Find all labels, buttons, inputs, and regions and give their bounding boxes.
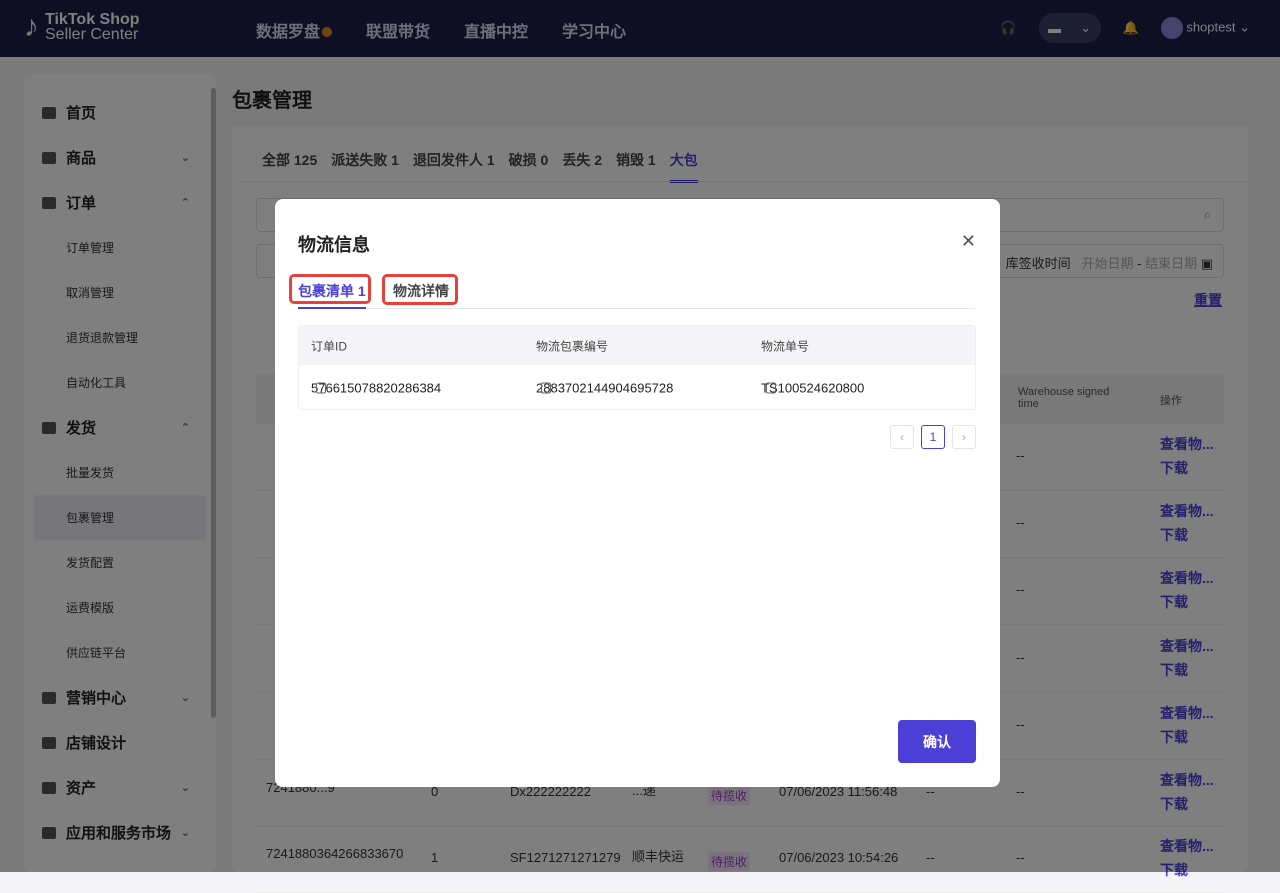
modal-title: 物流信息	[298, 235, 370, 255]
table-row: 576615078820286384 2883702144904695728 T…	[311, 380, 865, 395]
logistics-modal: 物流信息 ✕ 包裹清单 1 物流详情 订单ID 物流包裹编号 物流单号 576615…	[275, 199, 1000, 787]
highlight-box	[382, 274, 458, 305]
close-icon[interactable]: ✕	[961, 231, 976, 252]
next-page-button[interactable]: ›	[952, 425, 976, 449]
copy-icon[interactable]	[541, 382, 551, 393]
confirm-button[interactable]: 确认	[898, 720, 976, 763]
copy-icon[interactable]	[766, 382, 776, 393]
prev-page-button[interactable]: ‹	[890, 425, 914, 449]
copy-icon[interactable]	[316, 382, 326, 393]
package-table: 订单ID 物流包裹编号 物流单号 576615078820286384 288370…	[298, 325, 976, 410]
page-1-button[interactable]: 1	[921, 425, 945, 449]
highlight-box	[289, 274, 371, 304]
